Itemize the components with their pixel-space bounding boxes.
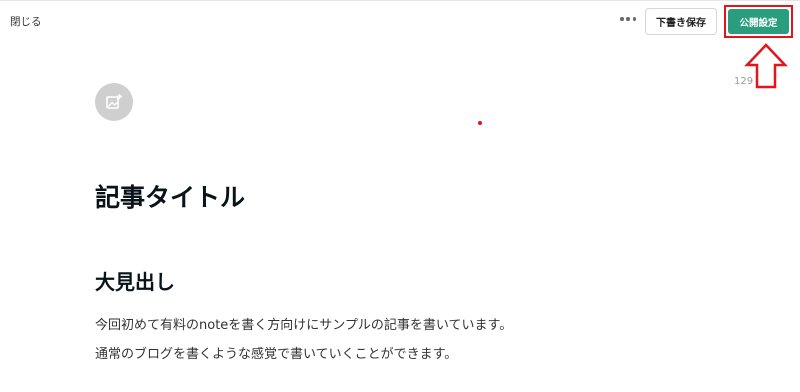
dot xyxy=(632,17,636,21)
close-button[interactable]: 閉じる xyxy=(10,14,42,29)
character-count: 129 xyxy=(734,76,754,87)
dot xyxy=(620,17,624,21)
cursor-marker xyxy=(478,121,482,125)
top-divider xyxy=(0,0,800,1)
section-heading[interactable]: 大見出し xyxy=(95,268,175,296)
body-paragraph[interactable]: 今回初めて有料のnoteを書く方向けにサンプルの記事を書いています。 xyxy=(95,316,512,336)
editor-header: 閉じる 下書き保存 公開設定 xyxy=(0,0,800,42)
body-paragraph[interactable]: 通常のブログを書くような感覚で書いていくことができます。 xyxy=(95,345,457,365)
publish-settings-button[interactable]: 公開設定 xyxy=(728,9,789,34)
dot xyxy=(626,17,630,21)
more-horizontal-icon[interactable] xyxy=(620,12,636,26)
save-draft-button[interactable]: 下書き保存 xyxy=(645,8,717,35)
article-title[interactable]: 記事タイトル xyxy=(95,180,245,216)
add-image-icon xyxy=(106,94,122,109)
add-image-button[interactable] xyxy=(95,83,133,121)
